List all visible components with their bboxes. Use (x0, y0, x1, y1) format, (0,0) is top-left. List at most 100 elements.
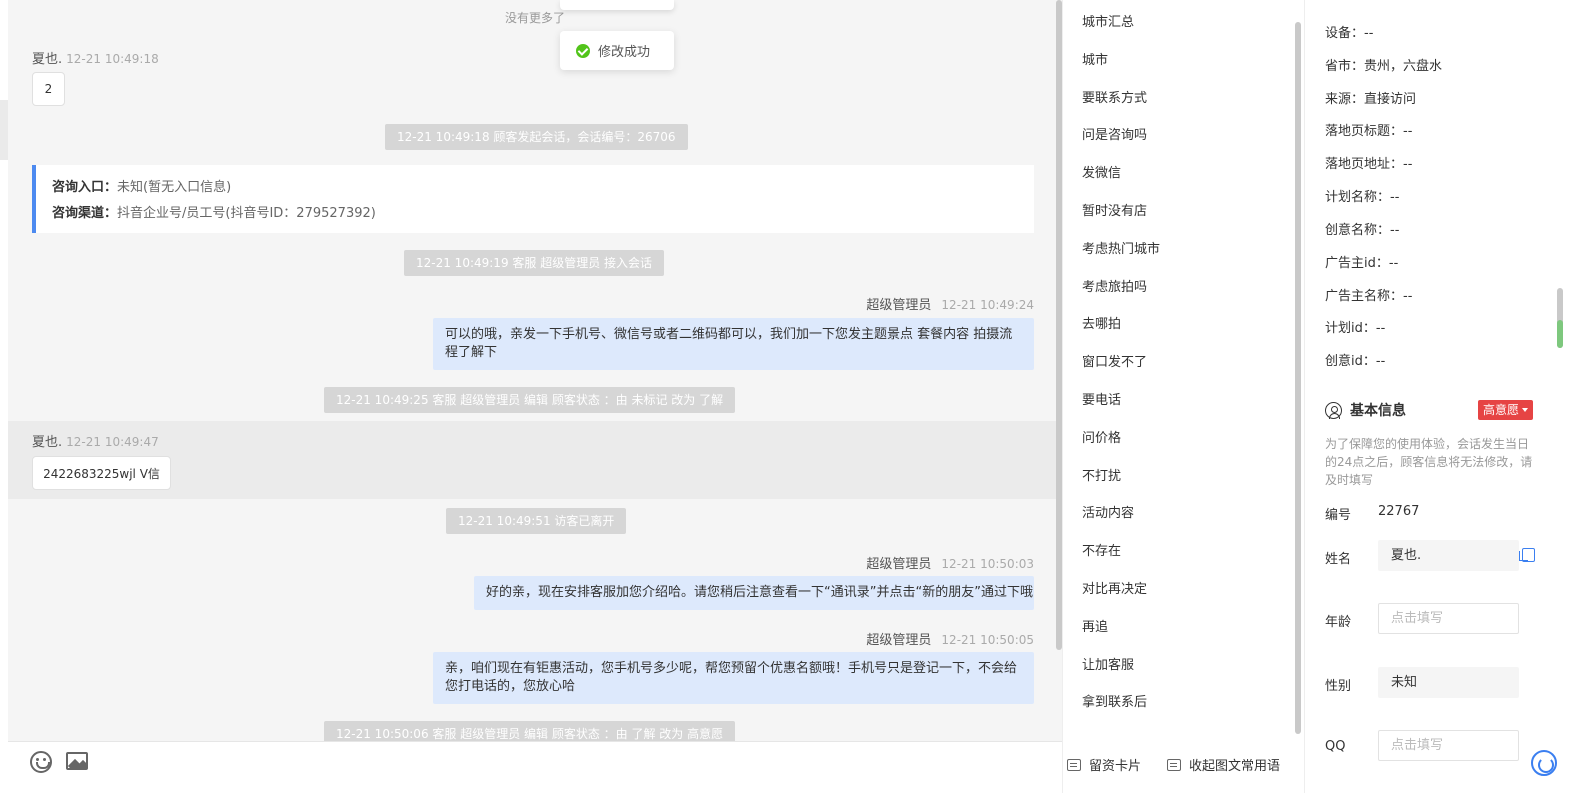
image-icon[interactable] (66, 752, 88, 770)
phrase-item[interactable]: 要联系方式 (1082, 87, 1147, 106)
phrase-item[interactable]: 问是咨询吗 (1082, 124, 1147, 143)
intent-dropdown[interactable]: 高意愿 (1478, 400, 1534, 420)
lead-card-button[interactable]: 留资卡片 (1067, 755, 1141, 774)
user-circle-icon (1325, 401, 1342, 419)
phrase-item[interactable]: 对比再决定 (1082, 578, 1147, 597)
gender-field[interactable]: 未知 (1378, 667, 1519, 698)
system-message: 12-21 10:50:06 客服 超级管理员 编辑 顾客状态 ：由 了解 改为… (324, 721, 736, 741)
phrase-item[interactable]: 活动内容 (1082, 502, 1134, 521)
name-field[interactable]: 夏也. (1378, 540, 1519, 571)
info-value: -- (1403, 157, 1413, 172)
phrase-item[interactable]: 去哪拍 (1082, 313, 1121, 332)
age-label: 年龄 (1325, 615, 1352, 630)
info-label: 广告主名称： (1325, 289, 1404, 304)
message-list[interactable]: 没有更多了 修改成功 夏也. 12-21 10:49:18 2 12-21 10:… (8, 0, 1062, 741)
phrase-footer: 留资卡片 收起图文常用语 (1063, 741, 1305, 793)
info-row-device: 设备：-- (1325, 22, 1373, 41)
qq-label: QQ (1325, 739, 1346, 754)
info-value: -- (1390, 223, 1400, 238)
check-circle-icon (576, 43, 590, 58)
phrase-list[interactable]: 城市汇总 城市 要联系方式 问是咨询吗 发微信 暂时没有店 考虑热门城市 考虑旅… (1063, 0, 1291, 741)
agent-message-bubble[interactable]: 好的亲，现在安排客服加您介绍哈。请您稍后注意查看一下“通讯录”并点击“新的朋友”… (474, 576, 1034, 610)
info-value: -- (1388, 256, 1399, 271)
id-value: 22767 (1378, 504, 1420, 519)
phrase-item[interactable]: 考虑热门城市 (1082, 238, 1160, 257)
info-row-plan-id: 计划id：-- (1325, 317, 1385, 336)
info-row-source: 来源：直接访问 (1325, 88, 1416, 107)
info-label: 计划id： (1325, 321, 1376, 336)
collapse-phrases-label: 收起图文常用语 (1189, 759, 1281, 774)
phrase-item[interactable]: 拿到联系后 (1082, 691, 1147, 710)
system-message: 12-21 10:49:19 客服 超级管理员 接入会话 (404, 250, 665, 276)
info-row-province: 省市：贵州，六盘水 (1325, 55, 1442, 74)
agent-message-bubble[interactable]: 可以的哦，亲发一下手机号、微信号或者二维码都可以，我们加一下您发主题景点 套餐内… (433, 318, 1034, 370)
phrase-item[interactable]: 发微信 (1082, 162, 1121, 181)
section-title: 基本信息 (1350, 403, 1406, 419)
entry-value: 未知(暂无入口信息) (117, 180, 232, 195)
info-scroll-indicator (1557, 320, 1563, 348)
info-row-advertiser-id: 广告主id：-- (1325, 252, 1398, 271)
info-value: 贵州，六盘水 (1364, 59, 1443, 74)
emoji-icon[interactable] (30, 751, 52, 773)
sender-name: 夏也. (32, 52, 63, 67)
toast-text: 修改成功 (598, 45, 651, 60)
info-label: 创意名称： (1325, 223, 1391, 238)
info-row-landing-title: 落地页标题：-- (1325, 120, 1412, 139)
qq-field[interactable]: 点击填写 (1378, 730, 1519, 761)
message-time: 12-21 10:50:05 (941, 633, 1034, 647)
info-label: 落地页标题： (1325, 124, 1404, 139)
name-label: 姓名 (1325, 552, 1352, 567)
phrase-item[interactable]: 不打扰 (1082, 465, 1121, 484)
info-label: 广告主id： (1325, 256, 1389, 271)
customer-sender: 夏也. 12-21 10:49:47 (32, 431, 159, 450)
message-time: 12-21 10:49:18 (66, 52, 159, 66)
info-value: -- (1364, 26, 1374, 41)
phrase-item[interactable]: 问价格 (1082, 427, 1121, 446)
gender-label: 性别 (1325, 679, 1352, 694)
info-value: 直接访问 (1364, 92, 1417, 107)
phrase-item[interactable]: 再追 (1082, 616, 1108, 635)
info-label: 创意id： (1325, 354, 1376, 369)
quick-phrases-panel: 城市汇总 城市 要联系方式 问是咨询吗 发微信 暂时没有店 考虑热门城市 考虑旅… (1062, 0, 1304, 793)
customer-info-panel: 设备：-- 省市：贵州，六盘水 来源：直接访问 落地页标题：-- 落地页地址：-… (1304, 0, 1577, 793)
agent-message-bubble[interactable]: 亲，咱们现在有钜惠活动，您手机号多少呢，帮您预留个优惠名额哦！手机号只是登记一下… (433, 652, 1034, 704)
info-row-creative-name: 创意名称：-- (1325, 219, 1399, 238)
copy-icon[interactable] (1519, 548, 1535, 562)
lead-card-label: 留资卡片 (1089, 759, 1142, 774)
phrase-item[interactable]: 窗口发不了 (1082, 351, 1147, 370)
agent-name: 超级管理员 (866, 557, 932, 572)
collapse-tab[interactable] (0, 100, 8, 160)
customer-message-bubble[interactable]: 2422683225wjl V信 (32, 456, 171, 490)
info-label: 来源： (1325, 92, 1365, 107)
agent-name: 超级管理员 (866, 298, 932, 313)
age-field[interactable]: 点击填写 (1378, 603, 1519, 634)
success-toast: 修改成功 (560, 31, 674, 70)
phrase-item[interactable]: 暂时没有店 (1082, 200, 1147, 219)
collapse-phrases-button[interactable]: 收起图文常用语 (1167, 755, 1280, 774)
phrase-scrollbar[interactable] (1295, 22, 1301, 734)
entry-label: 咨询入口： (52, 180, 118, 195)
info-value: -- (1403, 124, 1413, 139)
channel-value: 抖音企业号/员工号(抖音号ID：279527392) (117, 206, 376, 221)
id-label: 编号 (1325, 508, 1352, 523)
agent-sender: 超级管理员 12-21 10:50:05 (508, 629, 1034, 648)
chat-panel: 没有更多了 修改成功 夏也. 12-21 10:49:18 2 12-21 10:… (0, 0, 1062, 793)
phrase-item[interactable]: 要电话 (1082, 389, 1121, 408)
phrase-item[interactable]: 城市 (1082, 49, 1108, 68)
assistant-logo-icon[interactable] (1531, 750, 1557, 776)
phrase-item[interactable]: 让加客服 (1082, 654, 1134, 673)
message-icon (1167, 758, 1181, 771)
phrase-item[interactable]: 不存在 (1082, 540, 1121, 559)
left-edge (0, 0, 8, 793)
no-more-label: 没有更多了 (504, 11, 565, 25)
info-row-creative-id: 创意id：-- (1325, 350, 1385, 369)
inquiry-info-card: 咨询入口：未知(暂无入口信息) 咨询渠道：抖音企业号/员工号(抖音号ID：279… (32, 165, 1034, 233)
agent-sender: 超级管理员 12-21 10:49:24 (508, 294, 1034, 313)
phrase-item[interactable]: 考虑旅拍吗 (1082, 276, 1147, 295)
phrase-item[interactable]: 城市汇总 (1082, 11, 1134, 30)
info-label: 设备： (1325, 26, 1365, 41)
basic-info-header: 基本信息 (1325, 400, 1406, 420)
customer-message-bubble[interactable]: 2 (32, 72, 65, 106)
system-message: 12-21 10:49:25 客服 超级管理员 编辑 顾客状态 ：由 未标记 改… (324, 387, 736, 413)
customer-sender: 夏也. 12-21 10:49:18 (32, 48, 159, 67)
